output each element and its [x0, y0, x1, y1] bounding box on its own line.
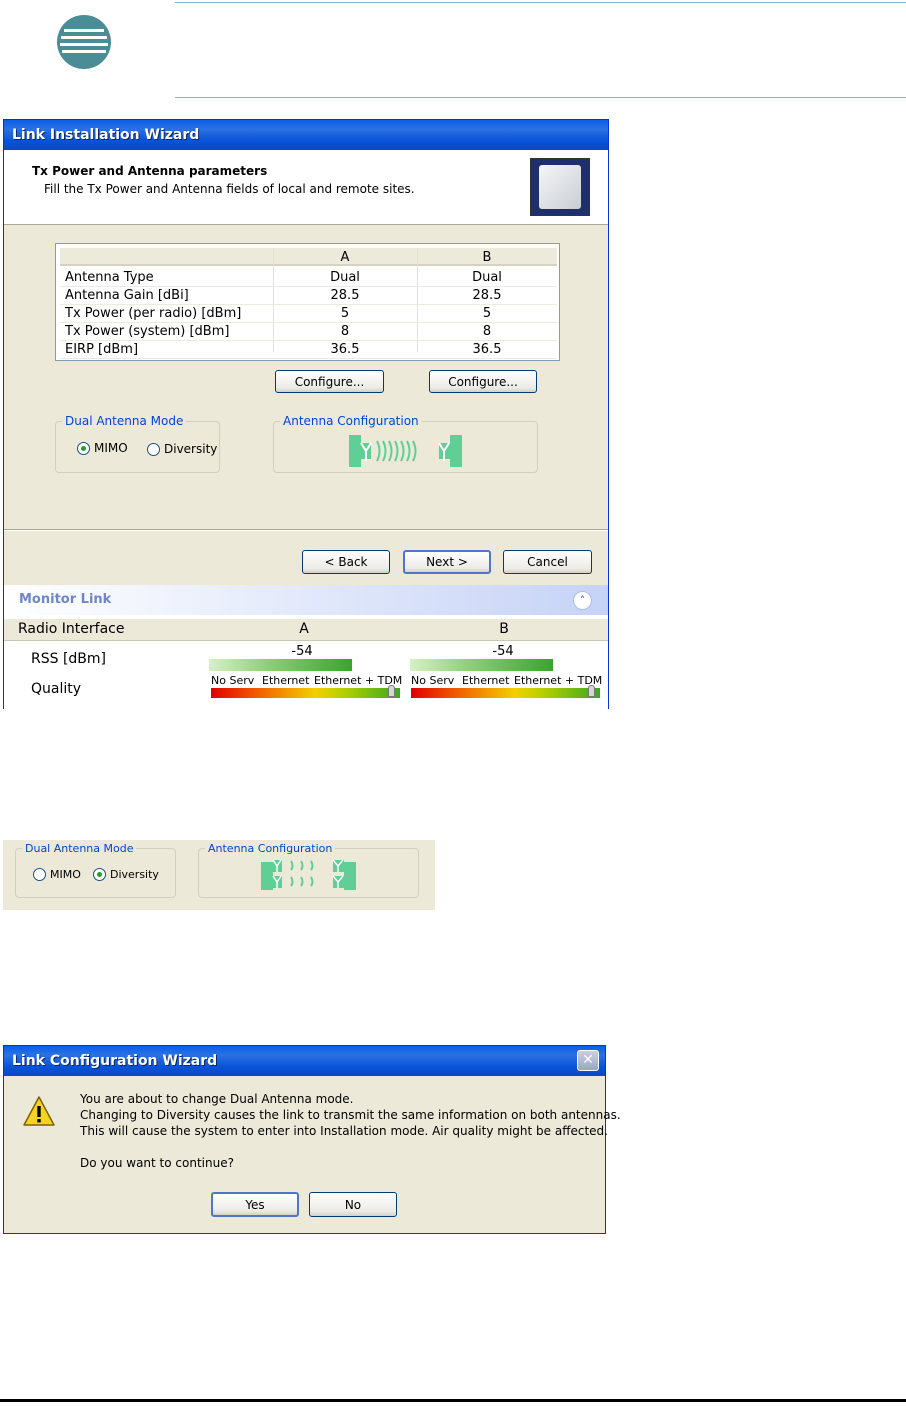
parameters-table: A B Antenna Type Dual Dual Antenna Gain …: [55, 243, 560, 361]
cell-a: 28.5: [330, 288, 360, 303]
back-button[interactable]: < Back: [302, 550, 390, 574]
group-legend: Dual Antenna Mode: [25, 842, 134, 855]
table-row[interactable]: Antenna Gain [dBi] 28.5 28.5: [60, 287, 557, 305]
radio-interface-header: Radio Interface: [18, 621, 125, 637]
close-icon[interactable]: ✕: [577, 1050, 599, 1071]
header-subtitle: Fill the Tx Power and Antenna fields of …: [44, 182, 415, 196]
no-button[interactable]: No: [309, 1192, 397, 1217]
diversity-mode-snippet: Dual Antenna Mode MIMO Diversity Antenna…: [3, 840, 435, 910]
quality-scale-label: Ethernet: [462, 674, 510, 687]
quality-scale-label: No Serv: [211, 674, 255, 687]
rss-label: RSS [dBm]: [31, 651, 107, 667]
rss-b-value: -54: [492, 644, 514, 659]
radio-label: Diversity: [164, 442, 218, 456]
table-header: A B: [60, 248, 557, 266]
quality-b-bar: [411, 688, 600, 698]
message-line: You are about to change Dual Antenna mod…: [80, 1092, 354, 1106]
rss-b-bar: [410, 659, 553, 671]
rss-b-meter: -54: [406, 644, 600, 671]
radio-selected-icon: [93, 868, 106, 881]
cell-a: 5: [340, 306, 350, 321]
header-title: Tx Power and Antenna parameters: [32, 164, 268, 178]
quality-scale-label: Ethernet: [262, 674, 310, 687]
message-question: Do you want to continue?: [80, 1156, 234, 1170]
cancel-button[interactable]: Cancel: [503, 550, 592, 574]
site-b-header: B: [499, 621, 509, 637]
diversity-radio[interactable]: Diversity: [147, 442, 217, 456]
row-label: Tx Power (per radio) [dBm]: [65, 306, 242, 321]
quality-scale-label: No Serv: [411, 674, 455, 687]
row-label: Antenna Type: [65, 270, 154, 285]
mimo-radio[interactable]: MIMO: [33, 868, 81, 881]
mimo-antenna-diagram-icon: [349, 435, 462, 467]
antenna-panel-icon: [530, 158, 590, 216]
site-a-header: A: [299, 621, 309, 637]
page-footer-rule: [0, 1399, 906, 1402]
table-row[interactable]: Tx Power (per radio) [dBm] 5 5: [60, 305, 557, 323]
radio-label: MIMO: [94, 441, 128, 455]
quality-a-bar: [211, 688, 400, 698]
window-title: Link Installation Wizard: [4, 120, 608, 150]
monitor-link-panel: Monitor Link ˄ Radio Interface A B RSS […: [4, 585, 608, 709]
header-rule-bottom: [175, 97, 906, 98]
message-line: Changing to Diversity causes the link to…: [80, 1108, 621, 1122]
radio-unselected-icon: [33, 868, 46, 881]
diversity-radio[interactable]: Diversity: [93, 868, 159, 881]
window-title: Link Configuration Wizard: [4, 1046, 605, 1076]
radio-selected-icon: [77, 441, 90, 455]
table-row[interactable]: Antenna Type Dual Dual: [60, 269, 557, 287]
row-label: EIRP [dBm]: [65, 342, 139, 357]
quality-a-meter: No Serv Ethernet Ethernet + TDM: [207, 674, 402, 700]
group-legend: Dual Antenna Mode: [65, 414, 184, 428]
logo-icon: [57, 15, 111, 69]
message-line: This will cause the system to enter into…: [80, 1124, 608, 1138]
group-legend: Antenna Configuration: [208, 842, 333, 855]
table-row[interactable]: EIRP [dBm] 36.5 36.5: [60, 341, 557, 359]
cell-b: 28.5: [472, 288, 502, 303]
next-button[interactable]: Next >: [403, 550, 491, 574]
cell-b: 8: [482, 324, 492, 339]
cell-a: Dual: [330, 270, 360, 285]
group-legend: Antenna Configuration: [283, 414, 419, 428]
cell-b: Dual: [472, 270, 502, 285]
rss-a-meter: -54: [205, 644, 399, 671]
row-label: Tx Power (system) [dBm]: [65, 324, 230, 339]
diversity-antenna-diagram-icon: [261, 859, 356, 890]
quality-needle-icon: [588, 685, 595, 697]
collapse-chevron-icon[interactable]: ˄: [573, 591, 592, 610]
table-row[interactable]: Tx Power (system) [dBm] 8 8: [60, 323, 557, 341]
cell-b: 5: [482, 306, 492, 321]
wizard-header: Tx Power and Antenna parameters Fill the…: [4, 150, 608, 225]
column-header-b: B: [482, 250, 492, 265]
warning-icon: [23, 1096, 55, 1126]
radio-unselected-icon: [147, 442, 160, 456]
quality-b-meter: No Serv Ethernet Ethernet + TDM: [407, 674, 602, 700]
configure-b-button[interactable]: Configure...: [429, 370, 537, 393]
monitor-title: Monitor Link: [4, 585, 608, 615]
quality-label: Quality: [31, 681, 82, 697]
rss-a-value: -54: [291, 644, 313, 659]
cell-b: 36.5: [472, 342, 502, 357]
radio-label: MIMO: [50, 868, 81, 881]
rss-a-bar: [209, 659, 352, 671]
mimo-radio[interactable]: MIMO: [77, 441, 128, 455]
radio-label: Diversity: [110, 868, 159, 881]
link-installation-wizard: Link Installation Wizard Tx Power and An…: [3, 119, 609, 709]
column-header-a: A: [340, 250, 350, 265]
row-label: Antenna Gain [dBi]: [65, 288, 189, 303]
cell-a: 36.5: [330, 342, 360, 357]
header-rule-top: [175, 2, 906, 3]
link-configuration-wizard-dialog: Link Configuration Wizard ✕ You are abou…: [3, 1045, 621, 1234]
configure-a-button[interactable]: Configure...: [275, 370, 384, 393]
quality-needle-icon: [388, 685, 395, 697]
monitor-column-header: Radio Interface A B: [4, 619, 608, 641]
cell-a: 8: [340, 324, 350, 339]
yes-button[interactable]: Yes: [211, 1192, 299, 1217]
